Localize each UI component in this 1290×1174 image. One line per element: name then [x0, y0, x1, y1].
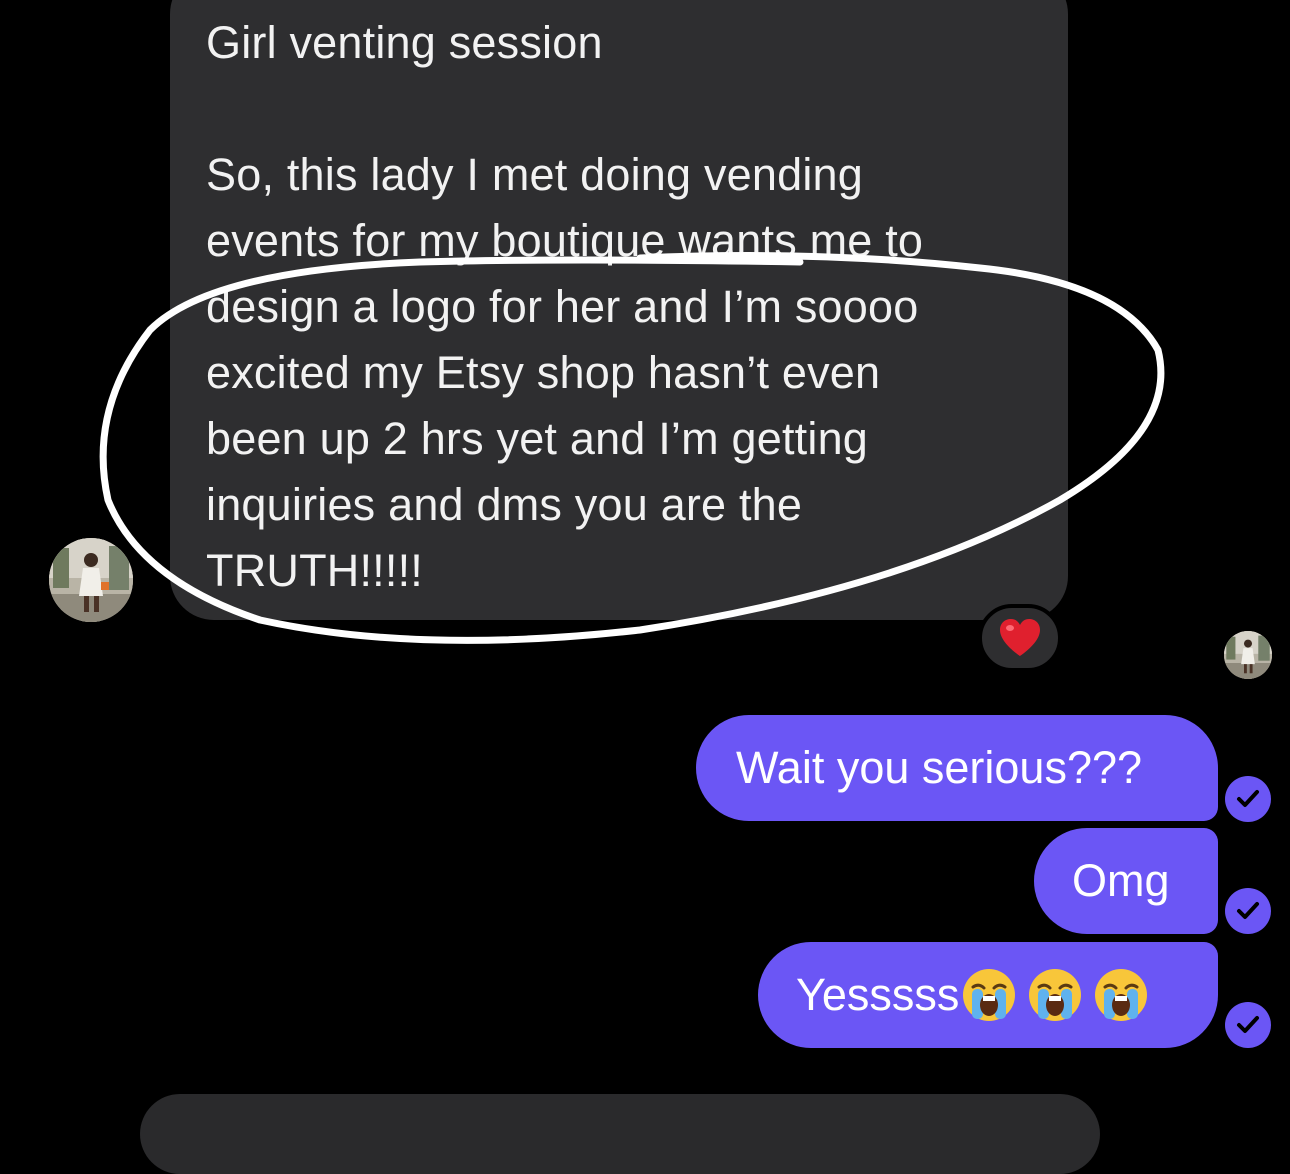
message-line: design a logo for her and I’m soooo: [206, 281, 919, 332]
outgoing-message-bubble[interactable]: Wait you serious???: [696, 715, 1218, 821]
message-line: TRUTH!!!!!: [206, 545, 423, 596]
message-body: So, this lady I met doing vending events…: [206, 142, 1032, 604]
outgoing-message-bubble[interactable]: Yesssss: [758, 942, 1218, 1048]
message-line: excited my Etsy shop hasn’t even: [206, 347, 881, 398]
message-composer[interactable]: [140, 1094, 1100, 1174]
sender-avatar[interactable]: [49, 538, 133, 622]
message-title-line: Girl venting session: [206, 17, 603, 68]
outgoing-message-bubble[interactable]: Omg: [1034, 828, 1218, 934]
emoji-group: [961, 967, 1159, 1023]
conversation-thread: Girl venting session So, this lady I met…: [0, 0, 1290, 1174]
checkmark-icon: [1237, 902, 1259, 919]
message-line: events for my boutique wants me to: [206, 215, 924, 266]
sender-avatar-photo: [49, 538, 133, 622]
message-line: inquiries and dms you are the: [206, 479, 803, 530]
checkmark-icon: [1237, 1016, 1259, 1033]
seen-avatar: [1224, 631, 1272, 679]
message-reaction[interactable]: [978, 604, 1062, 672]
read-receipt-icon: [1225, 1002, 1271, 1048]
heart-icon: [1000, 619, 1040, 656]
message-line: been up 2 hrs yet and I’m getting: [206, 413, 869, 464]
message-line: So, this lady I met doing vending: [206, 149, 863, 200]
loudly-crying-face-icon: [1029, 969, 1082, 1021]
read-receipt-icon: [1225, 888, 1271, 934]
loudly-crying-face-icon: [1095, 969, 1148, 1021]
loudly-crying-face-icon: [963, 969, 1016, 1021]
incoming-message-bubble[interactable]: Girl venting session So, this lady I met…: [170, 0, 1068, 620]
checkmark-icon: [1237, 790, 1259, 807]
message-text: Yesssss: [796, 969, 960, 1020]
message-text: Wait you serious???: [736, 742, 1143, 793]
seen-avatar-photo: [1224, 631, 1272, 679]
read-receipt-icon: [1225, 776, 1271, 822]
message-text: Omg: [1072, 855, 1170, 906]
